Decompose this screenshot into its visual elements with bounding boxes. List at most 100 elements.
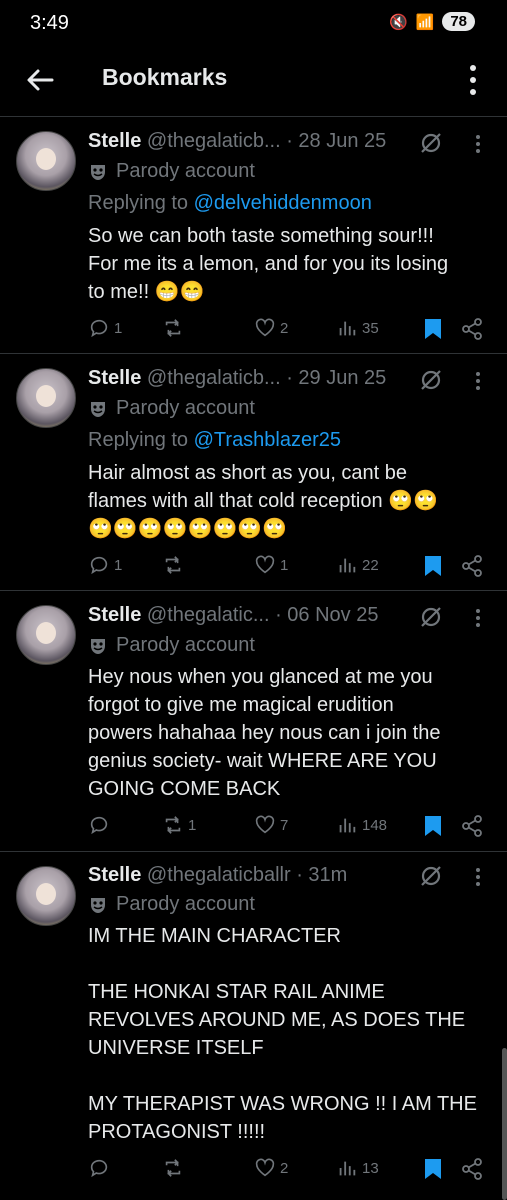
app-header: Bookmarks	[0, 52, 507, 112]
repost-button[interactable]	[162, 317, 188, 339]
parody-label: Parody account	[88, 397, 255, 420]
post[interactable]: Stelle @thegalatic... · 06 Nov 25 Parody…	[0, 591, 507, 851]
post-actions: 1 1 22	[88, 554, 488, 582]
post[interactable]: Stelle @thegalaticb... · 29 Jun 25 Parod…	[0, 354, 507, 590]
like-icon	[255, 555, 275, 574]
status-time: 3:49	[30, 12, 69, 34]
share-icon[interactable]	[460, 317, 484, 341]
author-name[interactable]: Stelle	[88, 367, 141, 389]
views-icon	[339, 818, 356, 833]
post-header: Stelle @thegalatic... · 06 Nov 25	[88, 604, 379, 626]
post[interactable]: Stelle @thegalaticballr · 31m Parody acc…	[0, 852, 507, 1200]
post-actions: 1 2 35	[88, 317, 488, 345]
status-bar: 3:49 🔇 📶 78	[0, 0, 507, 52]
post-date[interactable]: 06 Nov 25	[287, 604, 378, 626]
no-bell-icon[interactable]	[419, 131, 443, 155]
more-icon[interactable]	[475, 134, 481, 154]
post-actions: 1 7 148	[88, 814, 488, 842]
author-handle[interactable]: @thegalaticb...	[147, 367, 281, 389]
repost-icon	[165, 816, 181, 834]
post-date[interactable]: 31m	[308, 864, 347, 886]
more-icon[interactable]	[475, 371, 481, 391]
like-button[interactable]: 2	[254, 317, 288, 339]
reply-mention[interactable]: @Trashblazer25	[194, 429, 341, 451]
reply-mention[interactable]: @delvehiddenmoon	[194, 192, 372, 214]
post[interactable]: Stelle @thegalaticb... · 28 Jun 25 Parod…	[0, 117, 507, 353]
post-text: Hair almost as short as you, cant be fla…	[88, 462, 438, 540]
author-name[interactable]: Stelle	[88, 130, 141, 152]
repost-button[interactable]	[162, 554, 188, 576]
post-text: IM THE MAIN CHARACTER THE HONKAI STAR RA…	[88, 925, 477, 1143]
author-handle[interactable]: @thegalaticb...	[147, 130, 281, 152]
like-button[interactable]: 2	[254, 1157, 288, 1179]
scrollbar[interactable]	[502, 1048, 507, 1200]
bookmark-icon[interactable]	[422, 554, 444, 578]
views-icon	[339, 558, 356, 573]
post-header: Stelle @thegalaticballr · 31m	[88, 864, 348, 886]
repost-button[interactable]: 1	[162, 814, 196, 836]
bookmark-icon[interactable]	[422, 814, 444, 838]
repost-icon	[165, 1159, 181, 1177]
more-vertical-icon[interactable]	[465, 62, 481, 98]
like-button[interactable]: 1	[254, 554, 288, 576]
views-button[interactable]: 35	[336, 317, 379, 339]
share-icon[interactable]	[460, 814, 484, 838]
parody-label: Parody account	[88, 160, 255, 183]
repost-icon	[165, 319, 181, 337]
parody-mask-icon	[91, 164, 105, 180]
like-button[interactable]: 7	[254, 814, 288, 836]
reply-context: Replying to @Trashblazer25	[88, 429, 342, 451]
post-header: Stelle @thegalaticb... · 29 Jun 25	[88, 367, 387, 389]
reply-icon	[90, 816, 108, 835]
like-icon	[255, 1158, 275, 1177]
post-actions: 2 13	[88, 1157, 488, 1185]
reply-button[interactable]: 1	[88, 317, 122, 339]
share-icon[interactable]	[460, 1157, 484, 1181]
avatar[interactable]	[16, 368, 76, 428]
views-button[interactable]: 13	[336, 1157, 379, 1179]
post-text: Hey nous when you glanced at me you forg…	[88, 666, 441, 800]
no-bell-icon[interactable]	[419, 605, 443, 629]
share-icon[interactable]	[460, 554, 484, 578]
reply-button[interactable]: 1	[88, 554, 122, 576]
reply-icon	[90, 556, 108, 575]
reply-context: Replying to @delvehiddenmoon	[88, 192, 372, 214]
more-icon[interactable]	[475, 867, 481, 887]
parody-label: Parody account	[88, 634, 255, 657]
repost-button[interactable]	[162, 1157, 188, 1179]
avatar[interactable]	[16, 866, 76, 926]
views-button[interactable]: 22	[336, 554, 379, 576]
views-icon	[339, 321, 356, 336]
post-text: So we can both taste something sour!!! F…	[88, 225, 449, 303]
like-icon	[255, 815, 275, 834]
parody-mask-icon	[91, 638, 105, 654]
bookmark-icon[interactable]	[422, 1157, 444, 1181]
post-header: Stelle @thegalaticb... · 28 Jun 25	[88, 130, 387, 152]
status-icons: 🔇 📶 78	[389, 12, 475, 31]
like-icon	[255, 318, 275, 337]
back-arrow-icon[interactable]	[24, 64, 56, 96]
avatar[interactable]	[16, 605, 76, 665]
parody-mask-icon	[91, 401, 105, 417]
author-handle[interactable]: @thegalaticballr	[147, 864, 291, 886]
more-icon[interactable]	[475, 608, 481, 628]
views-button[interactable]: 148	[336, 814, 387, 836]
reply-button[interactable]	[88, 1157, 114, 1179]
reply-icon	[90, 1159, 108, 1178]
author-handle[interactable]: @thegalatic...	[147, 604, 270, 626]
avatar[interactable]	[16, 131, 76, 191]
author-name[interactable]: Stelle	[88, 604, 141, 626]
post-date[interactable]: 29 Jun 25	[298, 367, 386, 389]
wifi-icon: 📶	[415, 13, 435, 31]
bookmark-icon[interactable]	[422, 317, 444, 341]
repost-icon	[165, 556, 181, 574]
no-bell-icon[interactable]	[419, 368, 443, 392]
author-name[interactable]: Stelle	[88, 864, 141, 886]
post-date[interactable]: 28 Jun 25	[298, 130, 386, 152]
parody-mask-icon	[91, 897, 105, 913]
page-title: Bookmarks	[102, 64, 228, 90]
reply-button[interactable]	[88, 814, 114, 836]
views-icon	[339, 1161, 356, 1176]
parody-label: Parody account	[88, 893, 255, 916]
no-bell-icon[interactable]	[419, 864, 443, 888]
